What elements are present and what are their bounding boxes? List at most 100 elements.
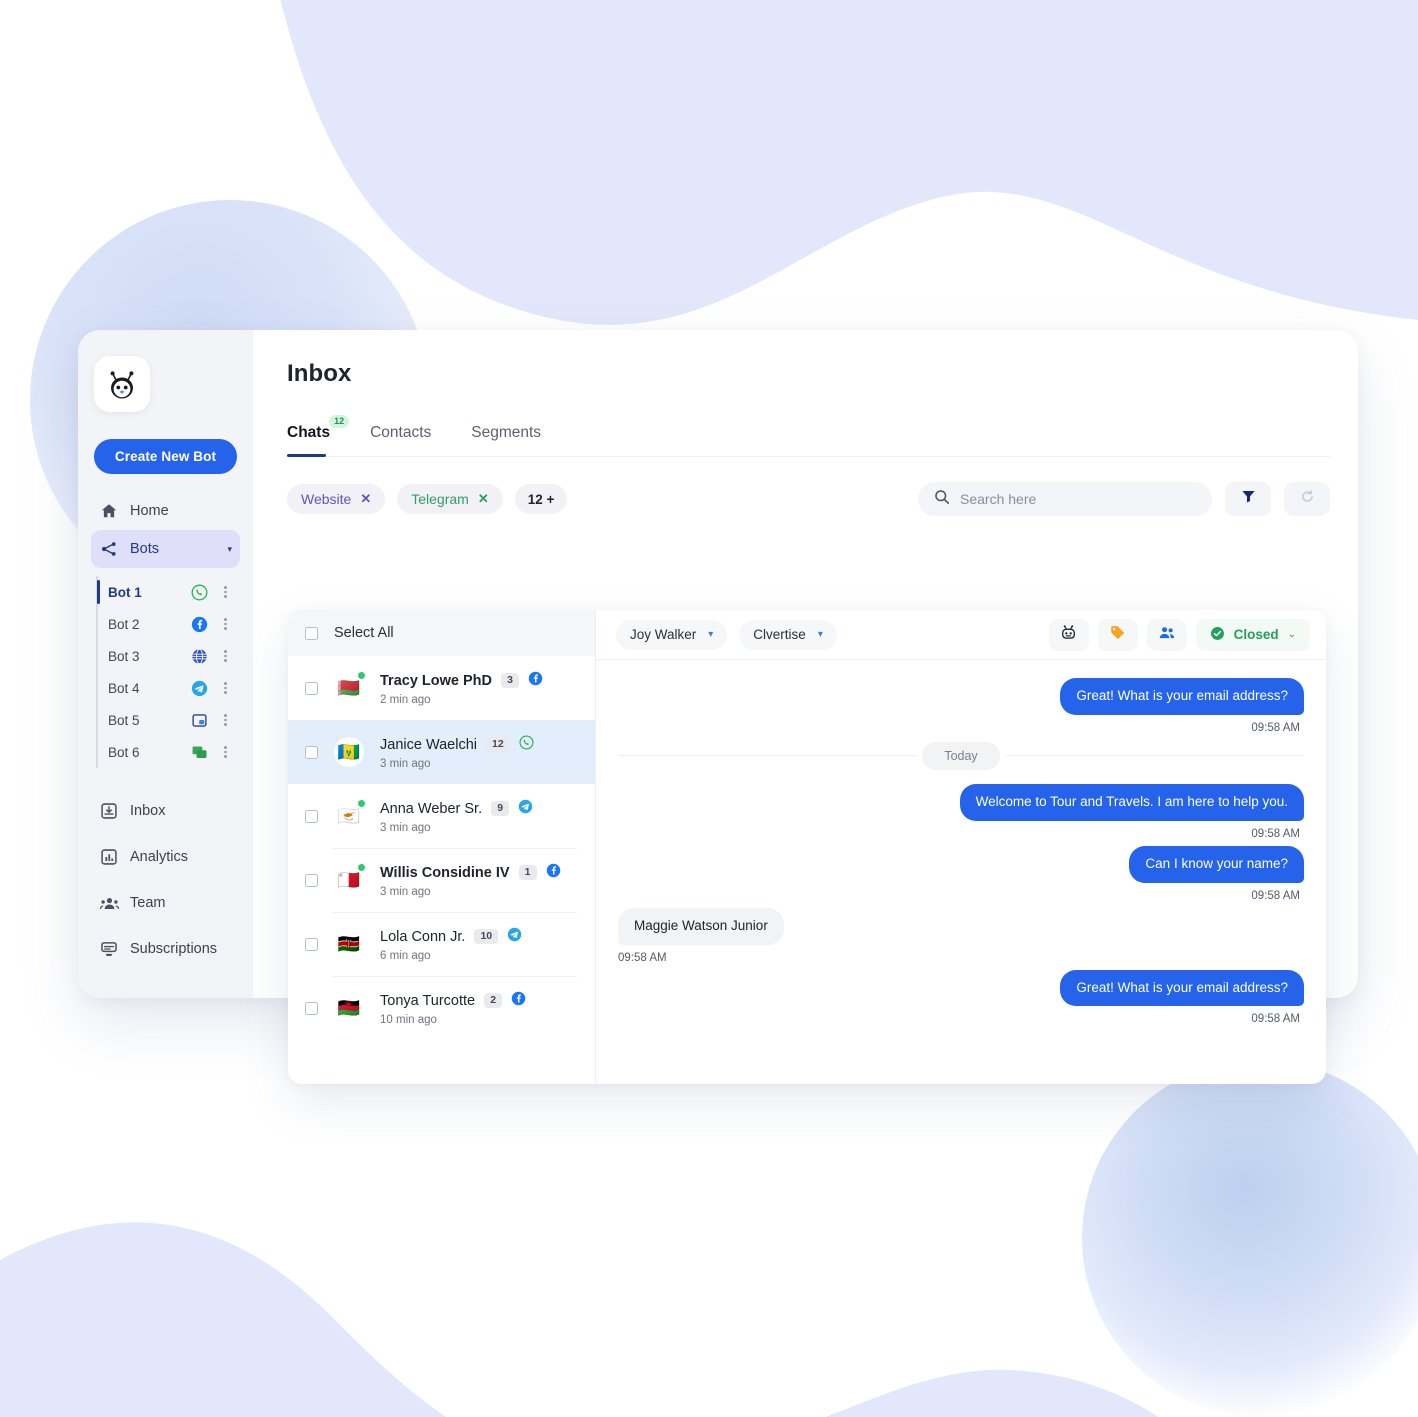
- chat-list-item[interactable]: 🇨🇾 Anna Weber Sr. 9 3 min ago: [288, 784, 595, 848]
- sidebar-item-subscriptions[interactable]: Subscriptions: [91, 926, 240, 972]
- sidebar-item-analytics[interactable]: Analytics: [91, 834, 240, 880]
- chat-list-item[interactable]: 🇲🇹 Willis Considine IV 1 3 min ago: [288, 848, 595, 912]
- sidebar-item-label: Bots: [130, 541, 160, 557]
- conversation-header: Joy Walker ▾ Clvertise ▾ Closed ⌄: [596, 610, 1326, 660]
- chat-list-panel: Select All 🇧🇾 Tracy Lowe PhD 3 2 min ago…: [288, 610, 596, 1084]
- chat-meta: Lola Conn Jr. 10 6 min ago: [380, 927, 522, 962]
- search-input[interactable]: [960, 491, 1196, 507]
- tab-segments[interactable]: Segments: [471, 424, 541, 456]
- funnel-icon: [1241, 489, 1256, 509]
- filter-row: Website ✕ Telegram ✕ 12 +: [287, 482, 1330, 516]
- facebook-icon: [546, 863, 561, 883]
- tag-button[interactable]: [1097, 618, 1138, 651]
- chat-list-item[interactable]: 🇻🇨 Janice Waelchi 12 3 min ago: [288, 720, 595, 784]
- chip-label: Website: [301, 491, 352, 507]
- bot-icon: [1060, 624, 1077, 645]
- chat-list-item[interactable]: 🇰🇪 Lola Conn Jr. 10 6 min ago: [288, 912, 595, 976]
- bot-options-icon[interactable]: [224, 746, 227, 758]
- tab-contacts[interactable]: Contacts: [370, 424, 431, 456]
- status-badge[interactable]: Closed ⌄: [1195, 618, 1310, 651]
- widget-window-icon: [188, 712, 210, 729]
- facebook-icon: [511, 991, 526, 1011]
- close-icon[interactable]: ✕: [478, 491, 489, 507]
- tab-label: Contacts: [370, 424, 432, 441]
- select-all-checkbox[interactable]: [305, 626, 318, 640]
- page-title: Inbox: [287, 360, 352, 387]
- message-list: Great! What is your email address? 09:58…: [596, 660, 1326, 1084]
- app-logo[interactable]: [94, 356, 150, 412]
- sidebar-item-inbox[interactable]: Inbox: [91, 788, 240, 834]
- bot-mascot-logo-icon: [110, 371, 134, 399]
- avatar: 🇲🇹: [334, 863, 366, 895]
- filter-chip-more[interactable]: 12 +: [514, 484, 568, 514]
- chat-timestamp: 3 min ago: [380, 885, 431, 898]
- bot-options-icon[interactable]: [224, 586, 227, 598]
- message-timestamp: 09:58 AM: [1251, 889, 1300, 902]
- select-all-row[interactable]: Select All: [288, 610, 595, 656]
- conversation-panel: Joy Walker ▾ Clvertise ▾ Closed ⌄ Great!…: [596, 610, 1326, 1084]
- filter-chip-telegram[interactable]: Telegram ✕: [397, 484, 503, 514]
- bot-label: Bot 4: [108, 680, 140, 696]
- message-bubble: Welcome to Tour and Travels. I am here t…: [959, 783, 1304, 821]
- chat-checkbox[interactable]: [305, 937, 318, 951]
- bot-row-4[interactable]: Bot 4: [108, 672, 253, 704]
- sidebar-item-bots[interactable]: Bots ▾: [91, 530, 240, 568]
- message-timestamp: 09:58 AM: [1251, 721, 1300, 734]
- unread-badge: 10: [474, 929, 499, 944]
- chat-meta: Janice Waelchi 12 3 min ago: [380, 734, 534, 770]
- bot-select[interactable]: Clvertise ▾: [739, 619, 837, 650]
- bot-row-1[interactable]: Bot 1: [97, 576, 253, 608]
- chat-timestamp: 6 min ago: [380, 949, 431, 962]
- message-bubble: Great! What is your email address?: [1060, 969, 1304, 1007]
- bot-options-icon[interactable]: [224, 714, 227, 726]
- chat-top-row: Lola Conn Jr. 10: [380, 927, 522, 947]
- analytics-icon: [99, 847, 119, 867]
- chat-checkbox[interactable]: [305, 873, 318, 887]
- bot-select-label: Clvertise: [753, 627, 806, 642]
- bot-row-5[interactable]: Bot 5: [108, 704, 253, 736]
- chat-timestamp: 3 min ago: [380, 757, 431, 770]
- sidebar-item-team[interactable]: Team: [91, 880, 240, 926]
- close-icon[interactable]: ✕: [360, 491, 371, 507]
- create-new-bot-button[interactable]: Create New Bot: [94, 439, 237, 474]
- bot-options-icon[interactable]: [224, 682, 227, 694]
- unread-badge: 1: [518, 865, 537, 880]
- search-icon: [934, 489, 950, 510]
- refresh-button[interactable]: [1284, 482, 1330, 516]
- bot-row-3[interactable]: Bot 3: [108, 640, 253, 672]
- sidebar-item-label: Home: [130, 503, 169, 519]
- chat-contact-name: Lola Conn Jr.: [380, 928, 466, 945]
- bot-row-2[interactable]: Bot 2: [108, 608, 253, 640]
- message-bubble: Maggie Watson Junior: [618, 907, 784, 945]
- bot-options-icon[interactable]: [224, 650, 227, 662]
- chevron-down-icon: ⌄: [1287, 629, 1296, 640]
- people-button[interactable]: [1146, 618, 1187, 651]
- tab-chats[interactable]: Chats 12: [287, 415, 350, 457]
- message-incoming: Maggie Watson Junior 09:58 AM: [618, 907, 1304, 964]
- bot-label: Bot 1: [108, 584, 142, 600]
- day-separator-label: Today: [922, 741, 1000, 770]
- telegram-icon: [188, 680, 210, 697]
- whatsapp-icon: [519, 734, 534, 755]
- chat-meta: Willis Considine IV 1 3 min ago: [380, 863, 561, 898]
- search-box[interactable]: [918, 482, 1212, 516]
- chat-checkbox[interactable]: [305, 745, 318, 759]
- chat-checkbox[interactable]: [305, 681, 318, 695]
- chat-checkbox[interactable]: [305, 809, 318, 823]
- chat-list-item[interactable]: 🇲🇼 Tonya Turcotte 2 10 min ago: [288, 976, 595, 1040]
- sidebar-item-home[interactable]: Home: [91, 492, 240, 530]
- agent-select[interactable]: Joy Walker ▾: [616, 619, 728, 650]
- chat-timestamp: 10 min ago: [380, 1013, 437, 1026]
- avatar-flag: 🇲🇼: [334, 993, 364, 1023]
- chevron-down-icon: ▾: [817, 629, 823, 640]
- chat-checkbox[interactable]: [305, 1001, 318, 1015]
- bot-options-icon[interactable]: [224, 618, 227, 630]
- chat-list-item[interactable]: 🇧🇾 Tracy Lowe PhD 3 2 min ago: [288, 656, 595, 720]
- chat-meta: Anna Weber Sr. 9 3 min ago: [380, 799, 533, 834]
- bot-button[interactable]: [1048, 618, 1089, 651]
- facebook-icon: [528, 671, 543, 691]
- avatar: 🇲🇼: [334, 993, 364, 1023]
- filter-chip-website[interactable]: Website ✕: [287, 484, 386, 514]
- filter-button[interactable]: [1225, 482, 1271, 516]
- bot-row-6[interactable]: Bot 6: [108, 736, 253, 768]
